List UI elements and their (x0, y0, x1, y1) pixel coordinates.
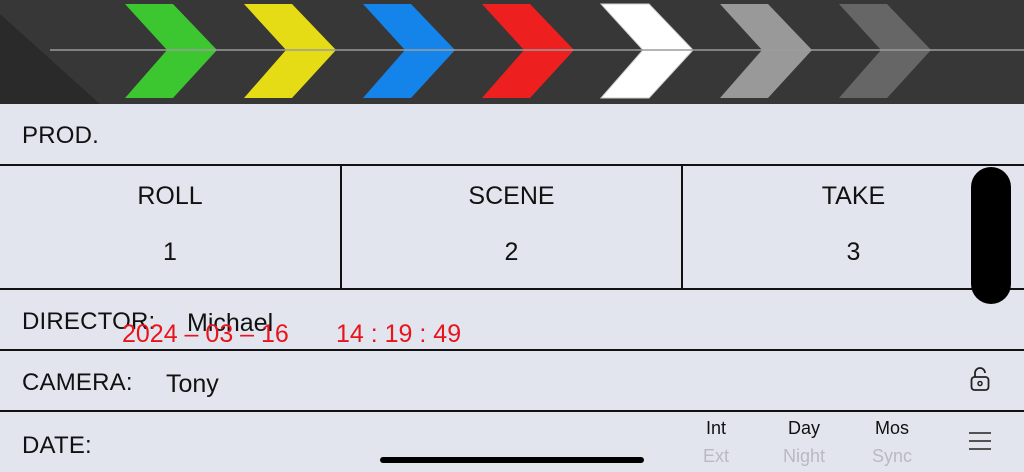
date-label: DATE: (22, 432, 92, 459)
slate-body: PROD. ROLL 1 SCENE 2 TAKE 3 DIRECTOR: Mi… (0, 104, 1024, 472)
clapper-chevron (482, 4, 574, 98)
clapper-stripes (0, 3, 1024, 104)
clapper-chevron (839, 4, 931, 98)
scene-cell[interactable]: SCENE 2 (342, 166, 683, 288)
home-indicator[interactable] (380, 457, 644, 463)
ext-option[interactable]: Ext (681, 446, 751, 467)
lock-icon[interactable] (968, 365, 992, 393)
clapper-chevron (720, 4, 812, 98)
sync-option[interactable]: Sync (857, 446, 927, 467)
prod-label: PROD. (22, 122, 100, 149)
mos-option[interactable]: Mos (857, 418, 927, 439)
date-value[interactable]: 2024 – 03 – 16 (122, 320, 289, 349)
time-value[interactable]: 14 : 19 : 49 (336, 320, 461, 349)
roll-cell[interactable]: ROLL 1 (0, 166, 342, 288)
camera-value[interactable]: Tony (166, 370, 219, 399)
prod-row[interactable]: PROD. (0, 104, 1024, 166)
int-option[interactable]: Int (681, 418, 751, 439)
clapper-chevron (125, 4, 217, 98)
roll-value[interactable]: 1 (0, 238, 340, 267)
scroll-handle[interactable] (971, 167, 1011, 304)
clapper-chevron (244, 4, 336, 98)
clapper-chevron (599, 3, 694, 99)
clapper-hinge-triangle (0, 14, 100, 104)
hamburger-menu-icon[interactable] (968, 430, 992, 452)
scene-value[interactable]: 2 (342, 238, 681, 267)
night-option[interactable]: Night (769, 446, 839, 467)
scene-label: SCENE (468, 182, 555, 210)
clapper-chevron (363, 4, 455, 98)
roll-scene-take-row: ROLL 1 SCENE 2 TAKE 3 (0, 166, 1024, 290)
clapper-bar[interactable] (0, 0, 1024, 104)
day-option[interactable]: Day (769, 418, 839, 439)
camera-row[interactable]: CAMERA: Tony (0, 351, 1024, 412)
roll-label: ROLL (137, 182, 203, 210)
camera-label: CAMERA: (22, 369, 133, 396)
